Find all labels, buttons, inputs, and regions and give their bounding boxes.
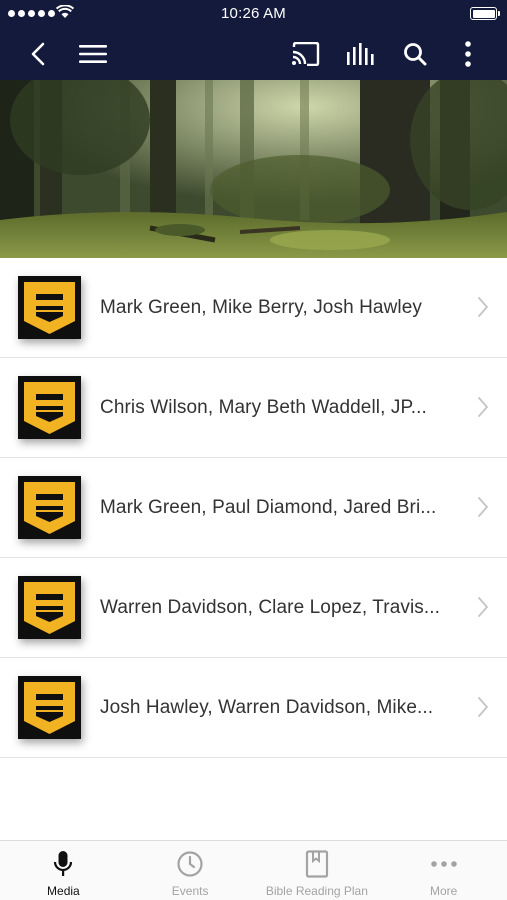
back-icon [31, 42, 45, 66]
tab-media[interactable]: Media [0, 841, 127, 900]
more-options-button[interactable] [450, 36, 486, 72]
list-item[interactable]: Mark Green, Paul Diamond, Jared Bri... [0, 458, 507, 558]
list-item-title: Chris Wilson, Mary Beth Waddell, JP... [100, 397, 427, 418]
list-item-title: Warren Davidson, Clare Lopez, Travis... [100, 597, 441, 618]
series-logo-icon [18, 476, 81, 539]
audio-button[interactable] [343, 36, 379, 72]
tab-bible-reading-plan[interactable]: Bible Reading Plan [254, 841, 381, 900]
bookmark-book-icon [305, 850, 328, 878]
audio-bars-icon [347, 43, 374, 65]
chevron-right-icon [477, 596, 489, 623]
list-item[interactable]: Josh Hawley, Warren Davidson, Mike... [0, 658, 507, 758]
tab-label: More [429, 884, 458, 898]
tab-bar: Media Events Bible Reading Plan More [0, 840, 507, 900]
menu-button[interactable] [75, 36, 111, 72]
chevron-right-icon [477, 396, 489, 423]
series-logo-icon [18, 576, 81, 639]
list-item[interactable]: Warren Davidson, Clare Lopez, Travis... [0, 558, 507, 658]
search-button[interactable] [397, 36, 433, 72]
back-button[interactable] [20, 36, 56, 72]
clock-icon [177, 851, 203, 877]
battery-icon [470, 7, 500, 20]
chevron-right-icon [477, 496, 489, 523]
more-horizontal-icon [430, 861, 457, 867]
microphone-icon [54, 851, 73, 876]
menu-icon [79, 45, 107, 63]
series-logo-icon [18, 276, 81, 339]
cast-button[interactable] [288, 36, 324, 72]
more-vertical-icon [465, 41, 471, 67]
tab-more[interactable]: More [380, 841, 507, 900]
list-item-title: Josh Hawley, Warren Davidson, Mike... [100, 697, 434, 718]
forest-banner-image [0, 80, 507, 258]
chevron-right-icon [477, 696, 489, 723]
top-bar: 10:26 AM [0, 0, 507, 80]
media-list: Mark Green, Mike Berry, Josh Hawley Chri… [0, 258, 507, 758]
tab-label: Bible Reading Plan [265, 884, 368, 898]
list-item-title: Mark Green, Paul Diamond, Jared Bri... [100, 497, 437, 518]
cast-icon [292, 42, 320, 66]
series-logo-icon [18, 376, 81, 439]
tab-events[interactable]: Events [127, 841, 254, 900]
list-item[interactable]: Chris Wilson, Mary Beth Waddell, JP... [0, 358, 507, 458]
tab-label: Events [171, 884, 209, 898]
series-logo-icon [18, 676, 81, 739]
search-icon [404, 43, 427, 66]
list-item-title: Mark Green, Mike Berry, Josh Hawley [100, 297, 423, 318]
chevron-right-icon [477, 296, 489, 323]
navigation-bar [0, 28, 507, 80]
list-item[interactable]: Mark Green, Mike Berry, Josh Hawley [0, 258, 507, 358]
status-time: 10:26 AM [221, 5, 286, 22]
forest-illustration [0, 80, 507, 258]
tab-label: Media [47, 884, 80, 898]
status-bar: 10:26 AM [0, 0, 507, 28]
